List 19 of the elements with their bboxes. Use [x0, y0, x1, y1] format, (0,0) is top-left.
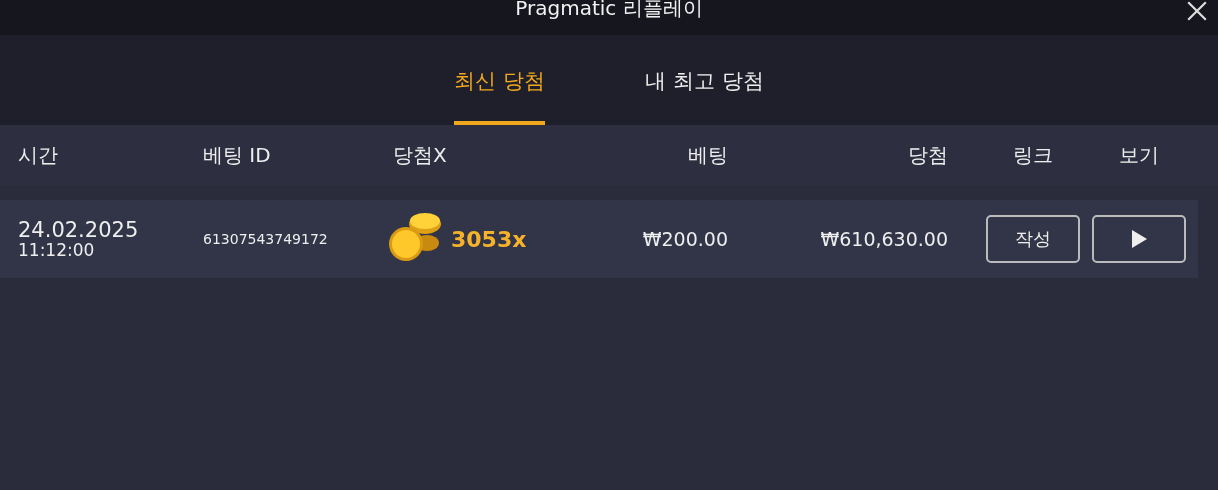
play-icon	[1130, 229, 1148, 249]
write-button[interactable]: 작성	[986, 215, 1080, 263]
play-button[interactable]	[1092, 215, 1186, 263]
win-amount: ₩610,630.00	[820, 228, 948, 250]
date-text: 24.02.2025	[18, 219, 140, 241]
column-header: 링크	[1012, 141, 1054, 169]
time-text: 11:12:00	[18, 241, 96, 259]
close-icon[interactable]	[1186, 0, 1208, 22]
column-header: 당첨X	[393, 141, 448, 169]
bet-amount: ₩200.00	[642, 228, 728, 250]
window-title: Pragmatic 리플레이	[515, 0, 703, 18]
tab[interactable]: 내 최고 당첨	[645, 67, 764, 125]
multiplier-value: 3053x	[451, 226, 527, 252]
column-header: 베팅	[688, 141, 728, 169]
column-header: 시간	[18, 141, 59, 169]
bet-id: 61307543749172	[203, 231, 329, 247]
column-header: 당첨	[908, 141, 948, 169]
column-header: 베팅 ID	[203, 141, 272, 169]
column-header: 보기	[1118, 141, 1160, 169]
